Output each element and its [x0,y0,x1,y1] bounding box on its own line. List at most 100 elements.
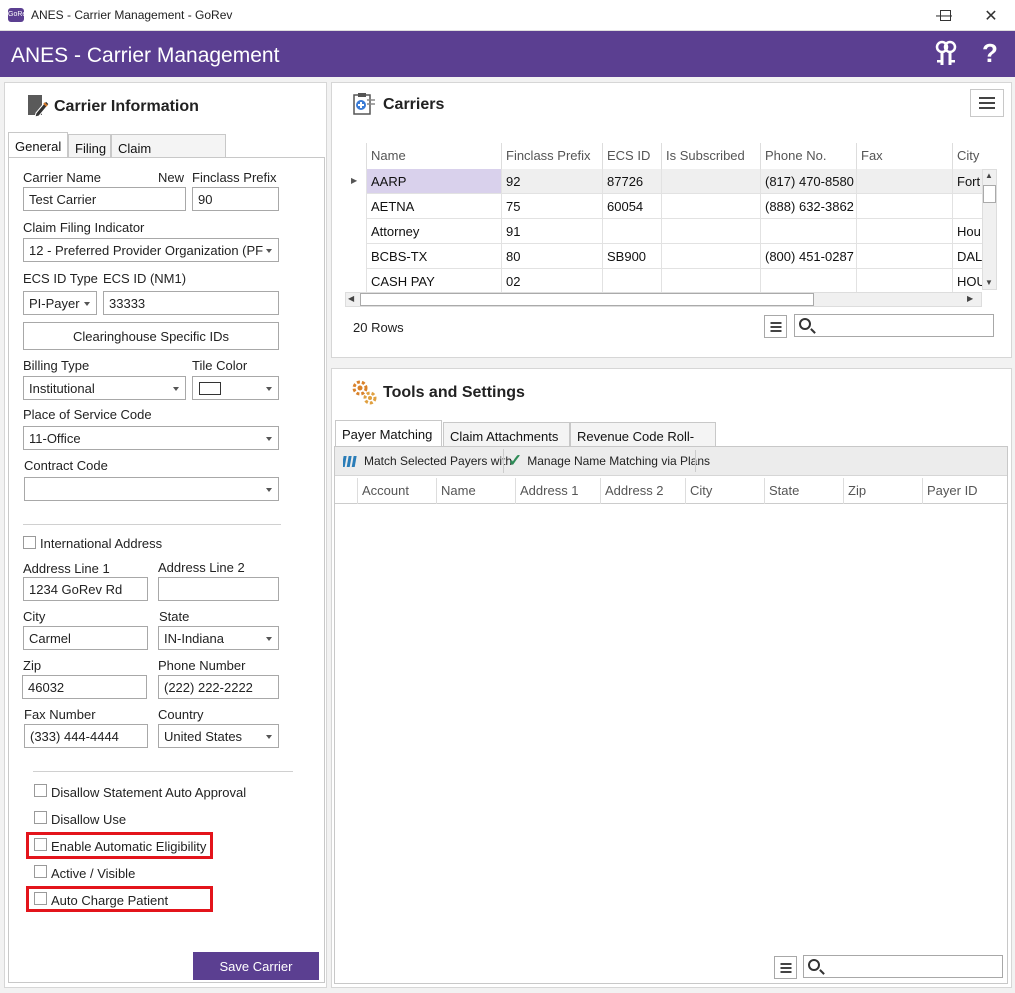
scroll-left-icon[interactable]: ◀ [348,294,354,303]
carrier-cell[interactable]: (800) 451-0287 [760,244,856,269]
carrier-cell[interactable]: 75 [501,194,602,219]
row-indicator-icon: ▶ [351,176,358,185]
city-field[interactable]: Carmel [23,626,148,650]
close-button[interactable]: ✕ [968,0,1014,31]
finclass-prefix-field[interactable]: 90 [192,187,279,211]
help-icon[interactable]: ? [982,38,998,69]
payer-grid-menu-button[interactable] [774,956,797,979]
carrier-cell[interactable] [856,219,952,244]
carrier-cell[interactable] [602,219,661,244]
fax-field[interactable]: (333) 444-4444 [24,724,148,748]
carrier-cell[interactable] [661,169,760,194]
column-header[interactable]: Is Subscribed [661,143,760,169]
carrier-cell[interactable]: Fort [952,169,982,194]
carrier-cell[interactable]: 80 [501,244,602,269]
carrier-cell[interactable] [856,169,952,194]
column-header[interactable]: ECS ID [602,143,661,169]
scroll-right-icon[interactable]: ▶ [967,294,973,303]
carrier-cell[interactable]: 91 [501,219,602,244]
carrier-cell[interactable] [760,269,856,294]
column-header[interactable]: Address 2 [600,478,685,504]
carrier-cell[interactable]: BCBS-TX [366,244,501,269]
billing-type-select[interactable]: Institutional [23,376,186,400]
carrier-cell[interactable]: 60054 [602,194,661,219]
carrier-cell[interactable]: CASH PAY [366,269,501,294]
column-header[interactable]: State [764,478,843,504]
zip-field[interactable]: 46032 [22,675,147,699]
tab-revenue-code-rollup[interactable]: Revenue Code Roll-Up [570,422,716,459]
carrier-name-field[interactable]: Test Carrier [23,187,186,211]
carrier-cell[interactable] [661,194,760,219]
horizontal-scroll-thumb[interactable] [360,293,814,306]
column-header[interactable]: Account [357,478,436,504]
country-select[interactable]: United States [158,724,279,748]
carrier-cell[interactable]: 87726 [602,169,661,194]
column-header[interactable]: City [952,143,982,169]
carrier-cell[interactable]: AARP [366,169,501,194]
tab-payer-matching[interactable]: Payer Matching [335,420,442,447]
contract-code-select[interactable] [24,477,279,501]
column-header[interactable]: City [685,478,764,504]
tab-claim-attachments[interactable]: Claim Attachments [443,422,570,447]
column-header[interactable]: Payer ID [922,478,1006,504]
carrier-cell[interactable]: 02 [501,269,602,294]
match-selected-payers-button[interactable]: Match Selected Payers with [339,449,516,473]
place-of-service-select[interactable]: 11-Office [23,426,279,450]
carrier-cell[interactable]: (817) 470-8580 [760,169,856,194]
disallow-use-checkbox[interactable] [34,811,47,824]
column-header[interactable]: Name [436,478,515,504]
carrier-cell[interactable] [760,219,856,244]
claim-filing-select[interactable]: 12 - Preferred Provider Organization (PF [23,238,279,262]
carriers-search-input[interactable] [794,314,994,337]
carrier-cell[interactable] [856,269,952,294]
phone-field[interactable]: (222) 222-2222 [158,675,279,699]
payer-search-input[interactable] [803,955,1003,978]
carrier-cell[interactable]: AETNA [366,194,501,219]
column-header[interactable]: Name [366,143,501,169]
carriers-grid-menu-button[interactable] [764,315,787,338]
tab-filing[interactable]: Filing [68,134,111,159]
address2-field[interactable] [158,577,279,601]
column-header[interactable]: Finclass Prefix [501,143,602,169]
ecs-id-field[interactable]: 33333 [103,291,279,315]
state-select[interactable]: IN-Indiana [158,626,279,650]
carrier-cell[interactable] [952,194,982,219]
scroll-up-icon[interactable]: ▲ [985,171,993,180]
manage-name-matching-button[interactable]: ✓ Manage Name Matching via Plans [503,449,714,473]
tab-general[interactable]: General [8,132,68,159]
carriers-title: Carriers [383,96,445,113]
clearinghouse-ids-button[interactable]: Clearinghouse Specific IDs [23,322,279,350]
carrier-cell[interactable]: DAL [952,244,982,269]
keys-icon[interactable] [934,40,958,68]
scroll-down-icon[interactable]: ▼ [985,278,993,287]
carrier-cell[interactable] [661,269,760,294]
maximize-button[interactable] [922,0,968,31]
carrier-cell[interactable] [602,269,661,294]
tab-claim-generation[interactable]: Claim Generation [111,134,226,171]
international-address-checkbox[interactable] [23,536,36,549]
address1-field[interactable]: 1234 GoRev Rd [23,577,148,601]
auto-charge-patient-checkbox[interactable] [34,892,47,905]
carrier-cell[interactable]: Attorney [366,219,501,244]
vertical-scroll-thumb[interactable] [983,185,996,203]
carrier-cell[interactable] [856,194,952,219]
carrier-cell[interactable]: SB900 [602,244,661,269]
tile-color-select[interactable] [192,376,279,400]
carrier-cell[interactable]: HOU [952,269,982,294]
carriers-menu-button[interactable] [970,89,1004,117]
ecs-id-type-select[interactable]: PI-Payer [23,291,97,315]
carrier-cell[interactable] [661,244,760,269]
active-visible-checkbox[interactable] [34,865,47,878]
column-header[interactable]: Fax [856,143,952,169]
enable-auto-eligibility-checkbox[interactable] [34,838,47,851]
save-carrier-button[interactable]: Save Carrier [193,952,319,980]
column-header[interactable]: Address 1 [515,478,600,504]
carrier-cell[interactable]: Hou [952,219,982,244]
carrier-cell[interactable] [856,244,952,269]
carrier-cell[interactable] [661,219,760,244]
column-header[interactable]: Zip [843,478,922,504]
carrier-cell[interactable]: (888) 632-3862 [760,194,856,219]
disallow-auto-approval-checkbox[interactable] [34,784,47,797]
carrier-cell[interactable]: 92 [501,169,602,194]
column-header[interactable]: Phone No. [760,143,856,169]
